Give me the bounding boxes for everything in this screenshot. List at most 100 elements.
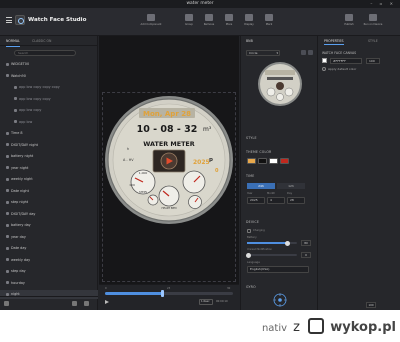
- layer-type-icon: [14, 120, 17, 124]
- dial-heart: HEART BPM: [158, 185, 180, 210]
- month-input[interactable]: 4: [267, 197, 285, 204]
- more-icon: [225, 14, 233, 21]
- apply-default-color-checkbox[interactable]: [322, 67, 326, 71]
- charging-checkbox[interactable]: [247, 229, 251, 233]
- layer-item[interactable]: DIGIT/DAY day: [0, 210, 98, 219]
- more-button[interactable]: More: [218, 12, 240, 32]
- month-label: Month: [267, 192, 276, 195]
- layer-label: Date night: [11, 188, 29, 193]
- gyro-control-icon[interactable]: [273, 293, 287, 307]
- unread-value[interactable]: 0: [301, 252, 311, 258]
- remove-button[interactable]: Remove: [198, 12, 220, 32]
- add-layer-icon[interactable]: [4, 301, 9, 306]
- timeline-time: 00:00:10: [216, 300, 228, 303]
- layer-item[interactable]: app low: [0, 118, 98, 127]
- mark-button[interactable]: Mark: [258, 12, 280, 32]
- theme-swatch-black[interactable]: [258, 158, 267, 164]
- layer-label: battery night: [11, 154, 34, 158]
- tab-properties[interactable]: PROPERTIES: [324, 38, 344, 45]
- timeline-playhead[interactable]: [161, 290, 165, 297]
- layer-label: Time 8: [11, 131, 23, 135]
- tab-style[interactable]: STYLE: [368, 38, 378, 44]
- display-button[interactable]: Display: [238, 12, 260, 32]
- layer-item[interactable]: app low copy: [0, 106, 98, 115]
- preview-settings-icon[interactable]: [308, 50, 313, 55]
- move-layer-icon[interactable]: [72, 301, 77, 306]
- publish-button[interactable]: Publish: [338, 12, 360, 32]
- shape-dropdown[interactable]: Circle: [246, 50, 280, 56]
- layer-label: app low copy copy copy: [19, 85, 60, 89]
- watch-face[interactable]: Mon, Apr 28 10 - 08 - 32 m³ WATER METER …: [99, 36, 239, 284]
- watch-preview: [258, 62, 302, 106]
- layer-item[interactable]: battery day: [0, 221, 98, 230]
- tab-classic-on[interactable]: CLASSIC ON: [32, 36, 51, 46]
- run-on-device-label: Run on Device: [363, 23, 383, 26]
- dial-battery: [182, 170, 206, 194]
- watch-small-h: h: [127, 147, 129, 151]
- layer-label: step day: [11, 269, 26, 273]
- layer-type-icon: [6, 131, 9, 135]
- year-input[interactable]: 2025: [247, 197, 265, 204]
- layer-label: DIGIT/DAY night: [11, 142, 38, 147]
- mark-label: Mark: [265, 23, 273, 26]
- theme-swatch-red[interactable]: [280, 158, 289, 164]
- theme-swatch-white[interactable]: [269, 158, 278, 164]
- tab-normal[interactable]: NORMAL: [6, 36, 20, 47]
- battery-value[interactable]: 80: [301, 240, 311, 246]
- timeline-end-label: 30: [227, 287, 231, 290]
- more-label: More: [225, 23, 233, 26]
- layer-item[interactable]: hourday: [0, 279, 98, 288]
- layer-search-input[interactable]: Search: [14, 50, 76, 56]
- layers-footer: [0, 296, 98, 310]
- dial-small-right: [188, 195, 202, 209]
- layer-item[interactable]: year night: [0, 164, 98, 173]
- layer-item[interactable]: app low copy copy copy: [0, 83, 98, 92]
- layer-item[interactable]: step day: [0, 267, 98, 276]
- toolbar: Watch Face Studio Add Component Group Re…: [0, 8, 400, 36]
- window-controls[interactable]: – ▫ ✕: [370, 0, 396, 8]
- play-icon[interactable]: [105, 300, 109, 304]
- unread-slider[interactable]: [246, 252, 297, 258]
- canvas-color-input[interactable]: #FFFFFF: [330, 58, 362, 64]
- layer-item[interactable]: year day: [0, 233, 98, 242]
- layer-item[interactable]: Time 8: [0, 129, 98, 138]
- layer-item[interactable]: app low copy copy: [0, 95, 98, 104]
- language-select[interactable]: English(USA): [247, 266, 309, 273]
- canvas-area[interactable]: Mon, Apr 28 10 - 08 - 32 m³ WATER METER …: [99, 36, 239, 284]
- time-12h-toggle[interactable]: 12h: [277, 183, 305, 189]
- time-24h-toggle[interactable]: 24h: [247, 183, 275, 189]
- layer-item[interactable]: DIGIT/DAY night: [0, 141, 98, 150]
- device-section-title: DEVICE: [246, 220, 260, 224]
- group-button[interactable]: Group: [178, 12, 200, 32]
- layer-type-icon: [6, 74, 9, 78]
- unread-slider-knob[interactable]: [246, 252, 251, 258]
- battery-slider-knob[interactable]: [284, 240, 290, 246]
- preview-option-icon[interactable]: [301, 50, 306, 55]
- day-input[interactable]: 28: [287, 197, 305, 204]
- layer-item[interactable]: step night: [0, 198, 98, 207]
- zoom-input[interactable]: 100: [366, 302, 376, 308]
- timeline-track[interactable]: [105, 290, 233, 297]
- layer-item[interactable]: WIDGET00: [0, 60, 98, 69]
- layer-type-icon: [14, 108, 17, 112]
- run-on-device-button[interactable]: Run on Device: [362, 12, 384, 32]
- hamburger-menu-icon[interactable]: [6, 17, 12, 23]
- speed-select[interactable]: 1.0sec: [199, 299, 213, 305]
- canvas-opacity-input[interactable]: 100: [366, 58, 380, 64]
- unread-label: Unread Notification: [247, 248, 273, 251]
- layer-item[interactable]: Date day: [0, 244, 98, 253]
- add-component-button[interactable]: Add Component: [140, 12, 162, 32]
- theme-swatch-orange[interactable]: [247, 158, 256, 164]
- battery-slider[interactable]: [247, 240, 297, 246]
- layer-item[interactable]: weekly night: [0, 175, 98, 184]
- layer-item[interactable]: Watch90: [0, 72, 98, 81]
- dial-small-left: [147, 194, 159, 206]
- delete-layer-icon[interactable]: [84, 301, 89, 306]
- properties-panel: PROPERTIES STYLE WATCH FACE CANVAS #FFFF…: [318, 36, 400, 310]
- style-section-title: STYLE: [246, 136, 257, 140]
- layer-item[interactable]: weekly day: [0, 256, 98, 265]
- layer-item[interactable]: Date night: [0, 187, 98, 196]
- layer-item[interactable]: battery night: [0, 152, 98, 161]
- layer-label: hourday: [11, 280, 25, 285]
- canvas-color-swatch[interactable]: [322, 58, 327, 63]
